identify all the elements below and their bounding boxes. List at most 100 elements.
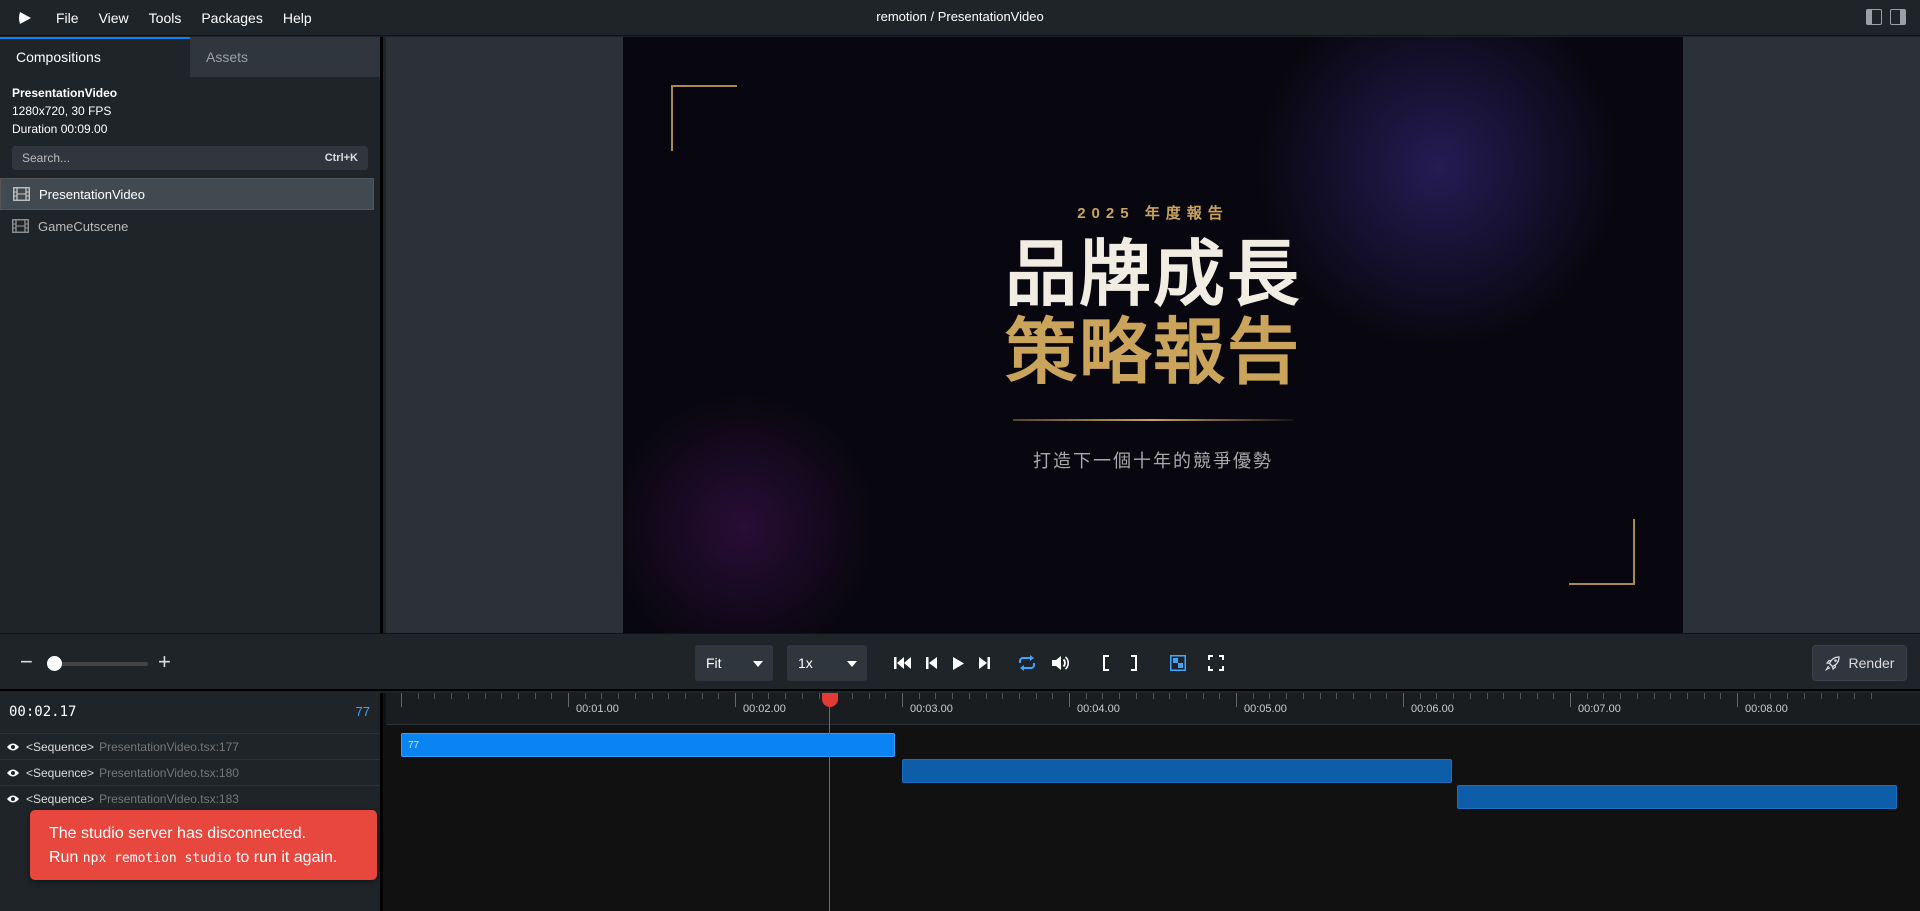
sequence-bar-label: 77 <box>408 740 420 751</box>
ruler-tick <box>1837 693 1839 699</box>
ruler-tick <box>1770 693 1772 699</box>
menu-file[interactable]: File <box>46 0 89 36</box>
tab-assets[interactable]: Assets <box>190 37 380 77</box>
fit-select-value: Fit <box>706 655 722 671</box>
ruler-tick <box>1319 693 1321 699</box>
ruler-tick <box>1352 693 1354 699</box>
loop-icon <box>1019 655 1035 671</box>
step-back-icon <box>926 657 937 669</box>
ruler-tick <box>1419 693 1421 699</box>
step-back-button[interactable] <box>922 653 942 673</box>
ruler-tick <box>434 693 436 699</box>
eye-icon[interactable] <box>6 742 20 752</box>
ruler-tick <box>1703 693 1705 699</box>
play-icon <box>952 656 964 670</box>
sequence-bar-1[interactable]: 77 <box>401 733 895 757</box>
toggle-right-panel-icon[interactable] <box>1890 9 1906 25</box>
track-source[interactable]: PresentationVideo.tsx:183 <box>99 792 239 806</box>
ruler-tick <box>1369 693 1371 699</box>
ruler-tick <box>1119 693 1121 699</box>
ruler-tick <box>1503 693 1505 699</box>
checkerboard-icon <box>1170 655 1186 671</box>
ruler-tick <box>1686 693 1688 699</box>
ruler-tick <box>1336 693 1338 699</box>
step-forward-button[interactable] <box>974 653 994 673</box>
ruler-tick <box>1787 693 1789 699</box>
zoom-out-button[interactable]: − <box>20 651 33 673</box>
ruler-tick <box>1252 693 1254 699</box>
zoom-in-button[interactable]: + <box>158 651 171 673</box>
mark-out-button[interactable] <box>1124 653 1144 673</box>
ruler-tick <box>1653 693 1655 699</box>
mark-in-button[interactable] <box>1096 653 1116 673</box>
timeline-canvas[interactable]: 00:01.00 00:02.00 00:03.00 00:04.00 00:0… <box>386 693 1920 911</box>
skip-start-icon <box>894 657 911 669</box>
sequence-bar-2[interactable] <box>902 759 1452 783</box>
sidebar-tabs: Compositions Assets <box>0 37 380 77</box>
corner-decoration-bottom-right <box>1569 519 1635 585</box>
zoom-slider[interactable] <box>50 662 148 666</box>
ruler-tick <box>1753 693 1755 699</box>
timeline-track-row[interactable]: <Sequence> PresentationVideo.tsx:180 <box>0 759 380 785</box>
track-source[interactable]: PresentationVideo.tsx:180 <box>99 766 239 780</box>
ruler-tick <box>534 693 536 699</box>
remotion-logo-icon[interactable] <box>14 7 36 29</box>
volume-icon <box>1052 656 1069 670</box>
toast-line2-pre: Run <box>49 849 83 866</box>
fullscreen-button[interactable] <box>1206 653 1226 673</box>
ruler-tick <box>517 693 519 699</box>
playhead-line[interactable] <box>829 693 830 911</box>
sequence-bar-3[interactable] <box>1457 785 1897 809</box>
checkerboard-toggle-button[interactable] <box>1168 653 1188 673</box>
tab-compositions[interactable]: Compositions <box>0 37 190 77</box>
ruler-tick <box>1436 693 1438 699</box>
chevron-down-icon <box>753 661 763 667</box>
fit-select[interactable]: Fit <box>695 645 773 681</box>
ruler-tick <box>651 693 653 699</box>
ruler-tick <box>1102 693 1104 699</box>
toast-command: npx remotion studio <box>82 851 232 866</box>
menu-view[interactable]: View <box>89 0 139 36</box>
timeline-ruler[interactable]: 00:01.00 00:02.00 00:03.00 00:04.00 00:0… <box>386 693 1920 725</box>
ruler-tick <box>401 693 402 707</box>
speed-select[interactable]: 1x <box>787 645 867 681</box>
ruler-tick <box>467 693 469 699</box>
menu-help[interactable]: Help <box>273 0 322 36</box>
search-input[interactable]: Search... Ctrl+K <box>12 146 368 170</box>
toggle-left-panel-icon[interactable] <box>1866 9 1882 25</box>
menu-tools[interactable]: Tools <box>139 0 192 36</box>
jump-to-start-button[interactable] <box>893 653 913 673</box>
ruler-tick <box>1002 693 1004 699</box>
ruler-tick <box>1720 693 1722 699</box>
ruler-tick <box>634 693 636 699</box>
track-source[interactable]: PresentationVideo.tsx:177 <box>99 740 239 754</box>
track-label: <Sequence> <box>26 765 95 780</box>
timeline-track-row[interactable]: <Sequence> PresentationVideo.tsx:183 <box>0 785 380 811</box>
loop-button[interactable] <box>1017 653 1037 673</box>
composition-item-presentationvideo[interactable]: PresentationVideo <box>0 178 374 210</box>
ruler-tick <box>1570 693 1571 707</box>
eye-icon[interactable] <box>6 794 20 804</box>
composition-item-label: GameCutscene <box>38 218 129 234</box>
volume-button[interactable] <box>1050 653 1070 673</box>
playback-controls-bar: − + Fit 1x Render <box>0 633 1920 691</box>
ruler-label: 00:04.00 <box>1077 703 1120 715</box>
zoom-slider-handle[interactable] <box>47 656 62 671</box>
ruler-label: 00:07.00 <box>1578 703 1621 715</box>
ruler-tick <box>1185 693 1187 699</box>
toast-line2: Run npx remotion studio to run it again. <box>49 846 358 871</box>
ruler-tick <box>902 693 903 707</box>
play-button[interactable] <box>948 653 968 673</box>
composition-item-gamecutscene[interactable]: GameCutscene <box>0 210 374 242</box>
eye-icon[interactable] <box>6 768 20 778</box>
ruler-tick <box>1620 693 1622 699</box>
track-label: <Sequence> <box>26 791 95 806</box>
video-canvas[interactable]: 2025 年度報告 品牌成長 策略報告 打造下一個十年的競爭優勢 <box>623 37 1683 633</box>
toast-line2-post: to run it again. <box>231 849 338 866</box>
timeline-track-row[interactable]: <Sequence> PresentationVideo.tsx:177 <box>0 733 380 759</box>
ruler-tick <box>1803 693 1805 699</box>
composition-duration: Duration 00:09.00 <box>12 122 108 136</box>
render-button[interactable]: Render <box>1812 645 1907 681</box>
menu-packages[interactable]: Packages <box>191 0 272 36</box>
composition-item-label: PresentationVideo <box>39 186 146 202</box>
